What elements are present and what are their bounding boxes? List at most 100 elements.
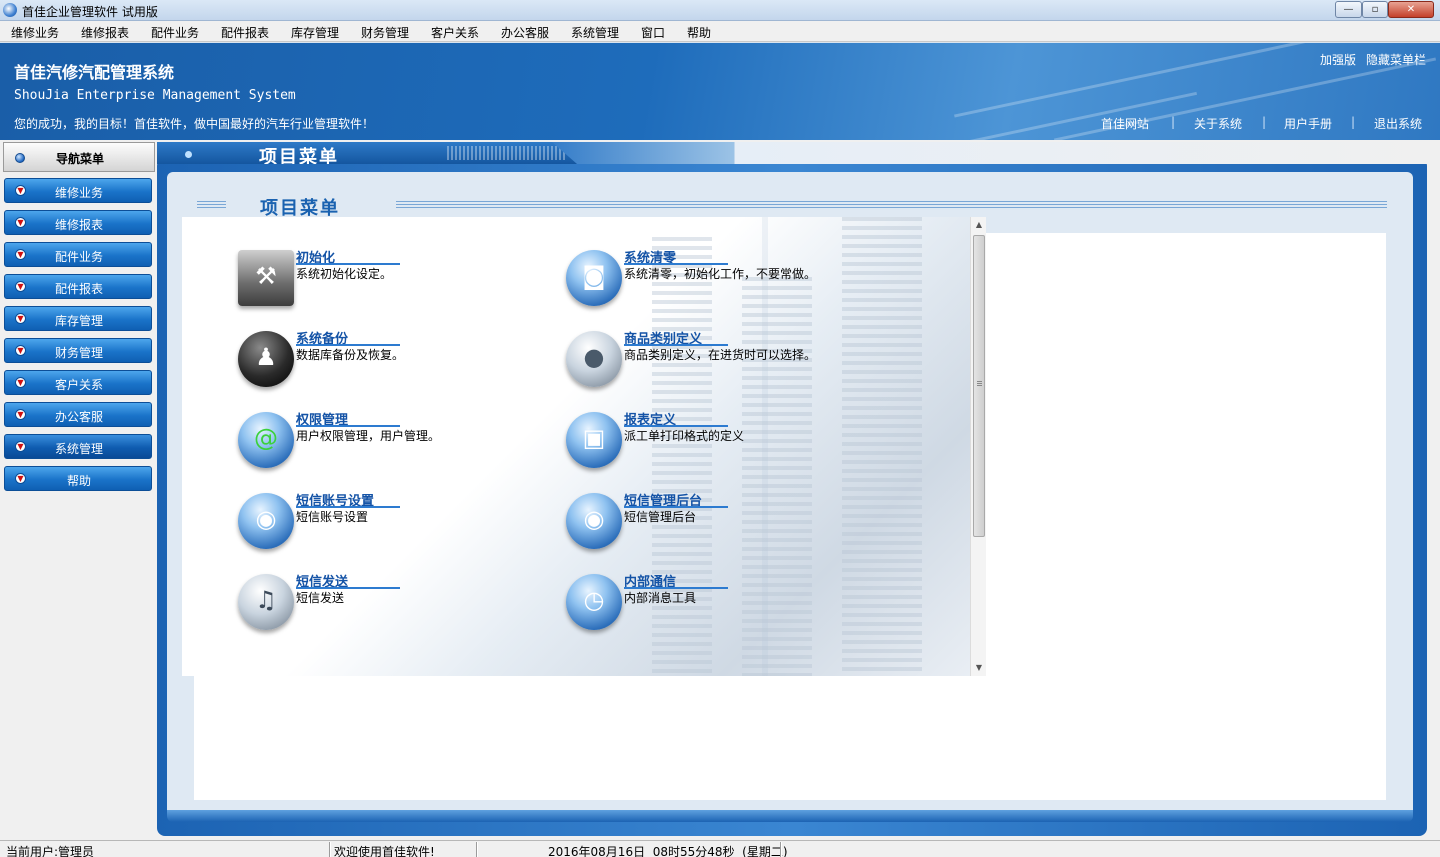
- status-divider: [476, 842, 478, 857]
- nav-header: 导航菜单: [3, 142, 155, 172]
- sidebar-item-label: 办公客服: [54, 410, 103, 424]
- close-button[interactable]: ✕: [1388, 1, 1434, 18]
- music-icon: ♫: [238, 574, 294, 630]
- sidebar-item-weixiu-yewu[interactable]: ▼ 维修业务: [4, 178, 152, 203]
- enhanced-version-link[interactable]: 加强版: [1320, 51, 1356, 68]
- item-desc: 商品类别定义，在进货时可以选择。: [624, 348, 817, 362]
- link-separator: |: [1262, 115, 1267, 129]
- camera-icon: ◙: [566, 250, 622, 306]
- sidebar-item-xitong-guanli[interactable]: ▼ 系统管理: [4, 434, 152, 459]
- menu-item-sms-send[interactable]: ♫ 短信发送 短信发送: [238, 571, 598, 641]
- sidebar-item-label: 库存管理: [54, 314, 103, 328]
- clock-icon: ◷: [566, 574, 622, 630]
- window-title: 首佳企业管理软件 试用版: [22, 5, 158, 19]
- sidebar-item-bangzhu[interactable]: ▼ 帮助: [4, 466, 152, 491]
- menu-bangong-kefu[interactable]: 办公客服: [501, 24, 549, 41]
- sidebar: 导航菜单 ▼ 维修业务 ▼ 维修报表 ▼ 配件业务 ▼ 配件报表 ▼ 库存管理 ▼ 财务管理…: [0, 140, 157, 840]
- nav-header-label: 导航菜单: [55, 152, 104, 166]
- menu-chuangkou[interactable]: 窗口: [641, 24, 665, 41]
- user-manual-link[interactable]: 用户手册: [1284, 115, 1332, 132]
- menu-bar: 维修业务 维修报表 配件业务 配件报表 库存管理 财务管理 客户关系 办公客服 …: [0, 21, 1440, 42]
- menu-item-init[interactable]: ⚒ 初始化 系统初始化设定。: [238, 247, 598, 317]
- tools-icon: ⚒: [238, 250, 294, 306]
- sidebar-item-kucun-guanli[interactable]: ▼ 库存管理: [4, 306, 152, 331]
- status-message: 欢迎使用首佳软件!: [334, 845, 435, 857]
- about-link[interactable]: 关于系统: [1194, 115, 1242, 132]
- status-current-user: 当前用户:管理员: [6, 845, 95, 857]
- menu-peijian-yewu[interactable]: 配件业务: [151, 24, 199, 41]
- menu-item-reset[interactable]: ◙ 系统清零 系统清零，初始化工作，不要常做。: [566, 247, 926, 317]
- grip-icon: [977, 381, 982, 387]
- tab-strip: 项目菜单: [157, 142, 1440, 164]
- sidebar-item-kehu-guanxi[interactable]: ▼ 客户关系: [4, 370, 152, 395]
- bottom-panel: [194, 676, 1386, 800]
- section-header: 项目菜单: [197, 194, 1387, 219]
- floppy-icon: ▣: [566, 412, 622, 468]
- menu-item-internal-msg[interactable]: ◷ 内部通信 内部消息工具: [566, 571, 926, 641]
- sidebar-item-label: 财务管理: [54, 346, 103, 360]
- title-bar: 首佳企业管理软件 试用版 — ▫ ✕: [0, 0, 1440, 21]
- sidebar-item-peijian-yewu[interactable]: ▼ 配件业务: [4, 242, 152, 267]
- menu-item-category[interactable]: ● 商品类别定义 商品类别定义，在进货时可以选择。: [566, 328, 926, 398]
- link-separator: |: [1171, 115, 1176, 129]
- app-icon: [3, 3, 17, 17]
- item-desc: 短信管理后台: [624, 510, 697, 524]
- sidebar-item-label: 配件报表: [54, 282, 103, 296]
- project-menu-panel: ⚒ 初始化 系统初始化设定。 ◙ 系统清零 系统清零，初始化工作，不要常做。 ♟…: [182, 217, 970, 676]
- exit-link[interactable]: 退出系统: [1374, 115, 1422, 132]
- menu-bangzhu[interactable]: 帮助: [687, 24, 711, 41]
- menu-caiwu-guanli[interactable]: 财务管理: [361, 24, 409, 41]
- sidebar-item-peijian-baobiao[interactable]: ▼ 配件报表: [4, 274, 152, 299]
- at-icon: @: [238, 412, 294, 468]
- menu-weixiu-baobiao[interactable]: 维修报表: [81, 24, 129, 41]
- menu-item-permission[interactable]: @ 权限管理 用户权限管理，用户管理。: [238, 409, 598, 479]
- status-bar: 当前用户:管理员 欢迎使用首佳软件! 2016年08月16日 08时55分48秒…: [0, 840, 1440, 857]
- minimize-button[interactable]: —: [1335, 1, 1362, 18]
- sidebar-item-label: 帮助: [66, 474, 91, 488]
- globe-icon: ◉: [566, 493, 622, 549]
- content-frame-bottom: [167, 810, 1413, 822]
- maximize-button[interactable]: ▫: [1362, 1, 1388, 18]
- tab-decoration: [447, 146, 567, 160]
- menu-item-report-def[interactable]: ▣ 报表定义 派工单打印格式的定义: [566, 409, 926, 479]
- website-link[interactable]: 首佳网站: [1101, 115, 1149, 132]
- item-desc: 数据库备份及恢复。: [296, 348, 405, 362]
- menu-item-sms-admin[interactable]: ◉ 短信管理后台 短信管理后台: [566, 490, 926, 560]
- users-icon: ♟: [238, 331, 294, 387]
- status-divider: [780, 842, 782, 857]
- sidebar-item-label: 配件业务: [54, 250, 103, 264]
- scroll-down-icon[interactable]: ▼: [971, 660, 987, 676]
- item-desc: 系统初始化设定。: [296, 267, 393, 281]
- hide-menubar-link[interactable]: 隐藏菜单栏: [1366, 51, 1426, 68]
- slogan-text: 您的成功，我的目标！首佳软件，做中国最好的汽车行业管理软件！: [14, 117, 375, 131]
- apple-icon: ●: [566, 331, 622, 387]
- sidebar-item-bangong-kefu[interactable]: ▼ 办公客服: [4, 402, 152, 427]
- sidebar-item-label: 维修报表: [54, 218, 103, 232]
- menu-weixiu-yewu[interactable]: 维修业务: [11, 24, 59, 41]
- globe-icon: ◉: [238, 493, 294, 549]
- item-desc: 系统清零，初始化工作，不要常做。: [624, 267, 817, 281]
- item-desc: 用户权限管理，用户管理。: [296, 429, 441, 443]
- sidebar-item-caiwu-guanli[interactable]: ▼ 财务管理: [4, 338, 152, 363]
- item-desc: 内部消息工具: [624, 591, 697, 605]
- menu-item-sms-account[interactable]: ◉ 短信账号设置 短信账号设置: [238, 490, 598, 560]
- item-desc: 短信账号设置: [296, 510, 369, 524]
- menu-kucun-guanli[interactable]: 库存管理: [291, 24, 339, 41]
- header-banner: 首佳汽修汽配管理系统 ShouJia Enterprise Management…: [0, 43, 1440, 140]
- main-area: 项目菜单 项目菜单 ⚒ 初始化 系统初始化设定。 ◙ 系统清零 系统清零，初始化…: [157, 140, 1440, 840]
- sidebar-item-label: 系统管理: [54, 442, 103, 456]
- status-divider: [329, 842, 331, 857]
- menu-item-backup[interactable]: ♟ 系统备份 数据库备份及恢复。: [238, 328, 598, 398]
- menu-xitong-guanli[interactable]: 系统管理: [571, 24, 619, 41]
- scroll-up-icon[interactable]: ▲: [971, 217, 987, 233]
- sidebar-item-weixiu-baobiao[interactable]: ▼ 维修报表: [4, 210, 152, 235]
- sidebar-item-label: 维修业务: [54, 186, 103, 200]
- system-subtitle: ShouJia Enterprise Management System: [14, 88, 296, 103]
- vertical-scrollbar[interactable]: ▲ ▼: [970, 217, 986, 676]
- tab-project-menu[interactable]: 项目菜单: [157, 142, 577, 164]
- tab-dot-icon: [185, 151, 192, 158]
- scroll-thumb[interactable]: [973, 235, 985, 537]
- menu-peijian-baobiao[interactable]: 配件报表: [221, 24, 269, 41]
- menu-kehu-guanxi[interactable]: 客户关系: [431, 24, 479, 41]
- status-datetime: 2016年08月16日 08时55分48秒 (星期二): [548, 845, 788, 857]
